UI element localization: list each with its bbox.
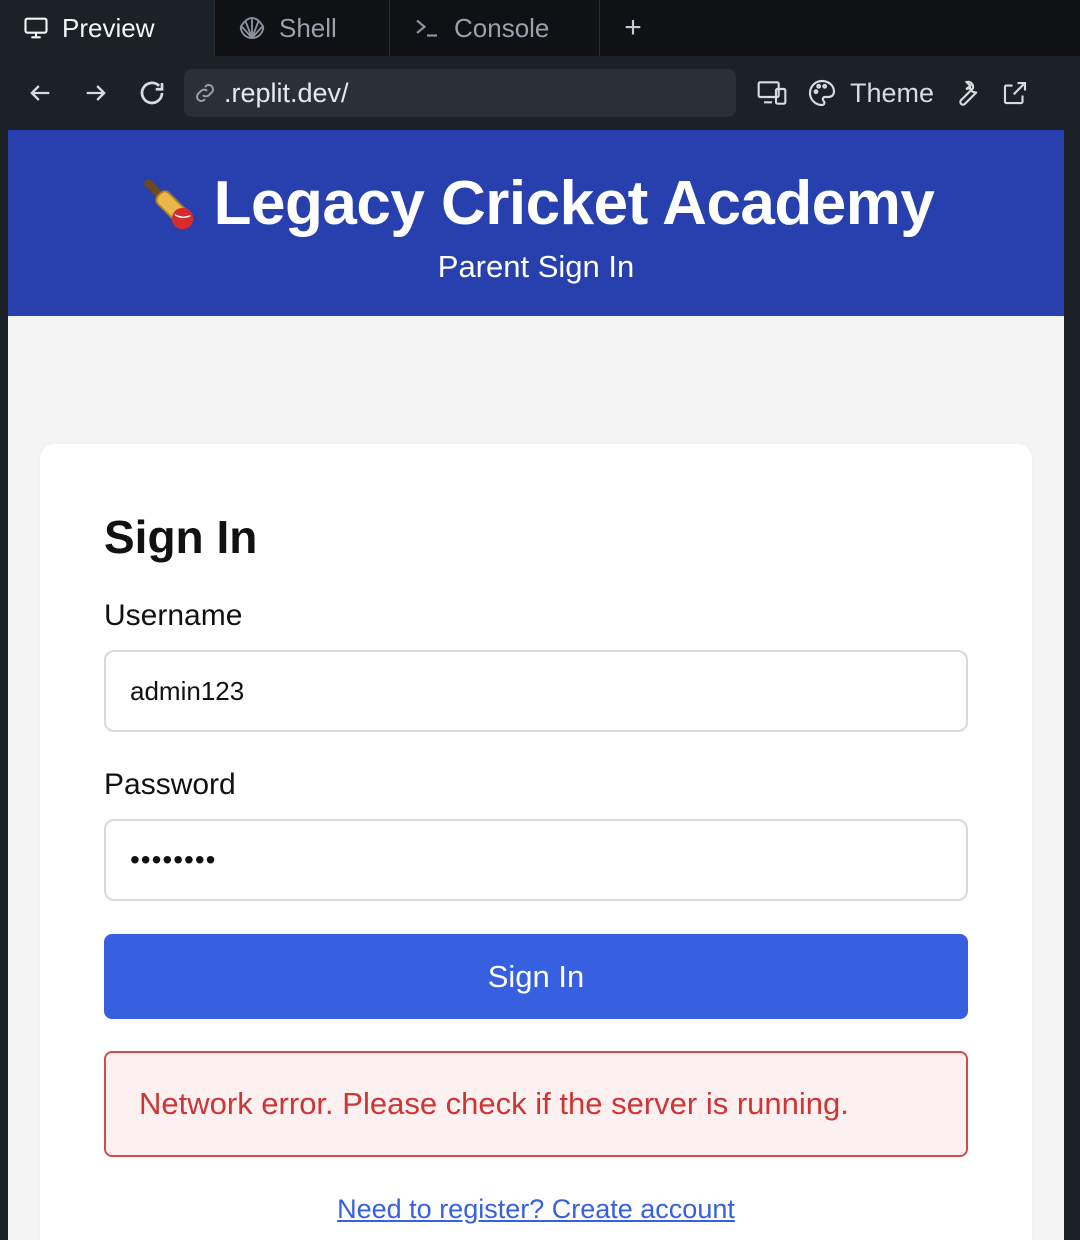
ide-tab-bar: Preview Shell Console + xyxy=(0,0,1080,56)
url-text: .replit.dev/ xyxy=(224,77,349,108)
password-label: Password xyxy=(104,768,236,801)
shell-icon xyxy=(239,17,265,39)
browser-toolbar: .replit.dev/ Theme xyxy=(0,56,1080,130)
theme-button[interactable]: Theme xyxy=(800,69,940,117)
tab-label: Console xyxy=(454,12,550,43)
username-label: Username xyxy=(104,599,243,632)
sign-in-card: Sign In Username admin123 Password •••••… xyxy=(40,444,1032,1240)
site-header: Legacy Cricket Academy Parent Sign In xyxy=(8,130,1064,316)
device-preview-button[interactable] xyxy=(750,69,794,117)
form-heading: Sign In xyxy=(104,511,258,563)
reload-icon xyxy=(140,81,164,105)
preview-viewport: Legacy Cricket Academy Parent Sign In Si… xyxy=(8,130,1064,1240)
sign-in-button[interactable]: Sign In xyxy=(104,934,968,1019)
external-link-icon xyxy=(1003,81,1027,105)
reload-button[interactable] xyxy=(124,65,180,121)
forward-button[interactable] xyxy=(68,65,124,121)
tab-preview[interactable]: Preview xyxy=(0,0,215,56)
register-link[interactable]: Need to register? Create account xyxy=(40,1194,1032,1225)
error-alert: Network error. Please check if the serve… xyxy=(104,1051,968,1157)
wrench-icon xyxy=(959,80,978,106)
new-tab-button[interactable]: + xyxy=(600,0,666,56)
tab-shell[interactable]: Shell xyxy=(215,0,390,56)
palette-icon xyxy=(808,79,836,107)
theme-label: Theme xyxy=(850,77,935,108)
monitor-icon xyxy=(24,17,48,39)
devtools-button[interactable] xyxy=(946,69,988,117)
terminal-icon xyxy=(416,19,437,37)
url-bar[interactable]: .replit.dev/ xyxy=(184,69,736,117)
username-input[interactable]: admin123 xyxy=(104,650,968,732)
password-input[interactable]: •••••••• xyxy=(104,819,968,901)
devices-icon xyxy=(757,81,787,105)
tab-label: Shell xyxy=(279,12,337,43)
arrow-left-icon xyxy=(30,85,50,101)
arrow-right-icon xyxy=(86,85,106,101)
cricket-bat-ball-icon xyxy=(143,178,193,229)
site-subtitle: Parent Sign In xyxy=(437,249,635,284)
site-title: Legacy Cricket Academy xyxy=(138,168,935,239)
site-title-text: Legacy Cricket Academy xyxy=(213,169,935,238)
tab-console[interactable]: Console xyxy=(390,0,600,56)
back-button[interactable] xyxy=(12,65,68,121)
link-icon xyxy=(196,84,214,102)
open-external-button[interactable] xyxy=(994,69,1036,117)
tab-label: Preview xyxy=(62,12,155,43)
